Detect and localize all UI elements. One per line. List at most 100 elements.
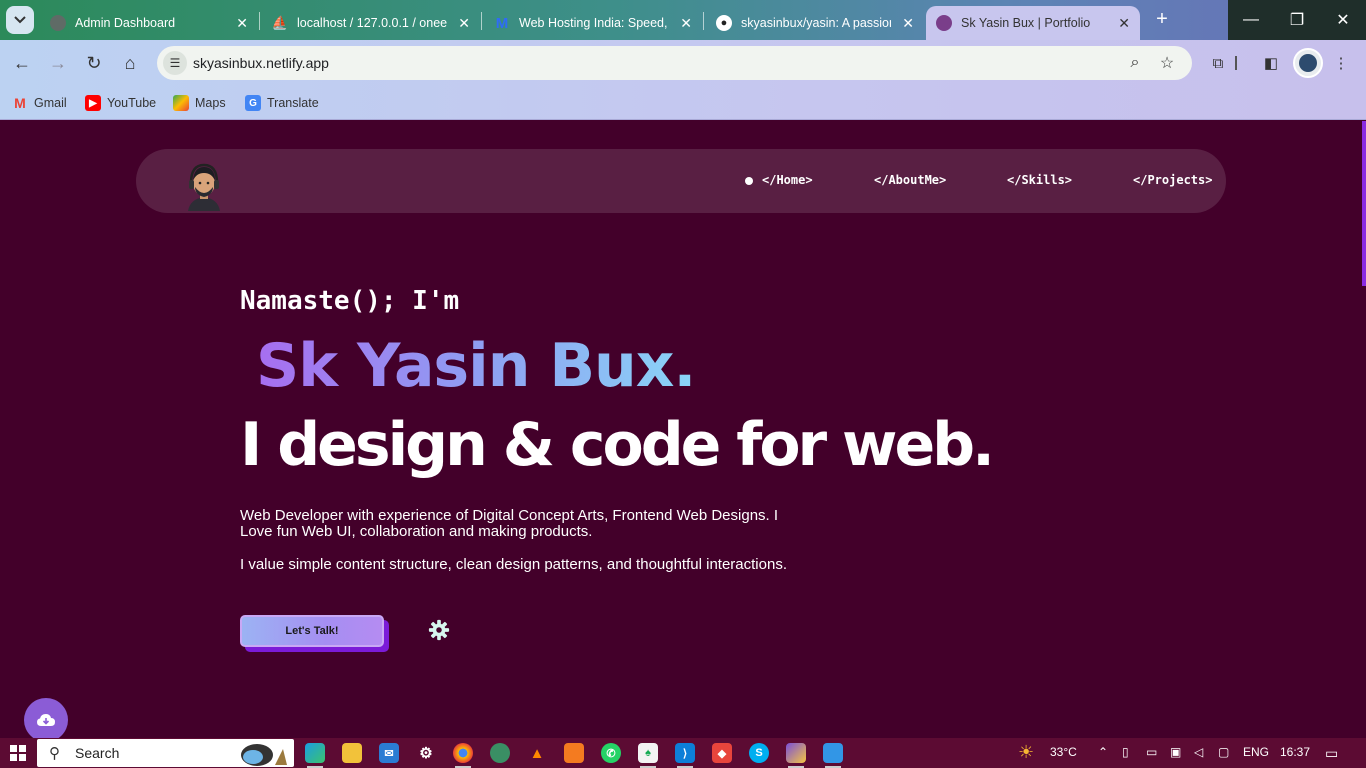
bookmark-youtube[interactable]: ▶ YouTube bbox=[85, 93, 156, 113]
minimize-button[interactable]: — bbox=[1228, 0, 1274, 40]
back-button[interactable]: ← bbox=[10, 51, 34, 75]
bookmark-gmail[interactable]: M Gmail bbox=[12, 93, 67, 113]
nav-link-home[interactable]: </Home> bbox=[762, 173, 813, 187]
nav-link-projects[interactable]: </Projects> bbox=[1133, 173, 1212, 187]
xampp-icon[interactable] bbox=[564, 743, 584, 763]
anydesk-icon[interactable]: ◆ bbox=[712, 743, 732, 763]
site-info-icon[interactable]: ☰ bbox=[163, 51, 187, 75]
side-panel-icon[interactable]: ◧ bbox=[1260, 52, 1282, 74]
notification-icon[interactable]: ▭ bbox=[1325, 745, 1338, 762]
tab-search-button[interactable] bbox=[6, 6, 34, 34]
close-icon[interactable]: ✕ bbox=[680, 15, 692, 32]
active-nav-indicator bbox=[745, 177, 753, 185]
search-icon: ⚲ bbox=[49, 745, 60, 762]
close-icon[interactable]: ✕ bbox=[902, 15, 914, 32]
forward-button[interactable]: → bbox=[46, 51, 70, 75]
hero-bio: Web Developer with experience of Digital… bbox=[240, 507, 779, 540]
skype-icon[interactable]: S bbox=[749, 743, 769, 763]
avatar bbox=[1299, 54, 1317, 72]
translate-icon: G bbox=[245, 95, 261, 111]
extensions-icon[interactable]: ⧉ bbox=[1207, 52, 1229, 74]
bookmark-star-icon[interactable]: ☆ bbox=[1157, 53, 1177, 73]
edge-icon[interactable] bbox=[305, 743, 325, 768]
vlc-icon[interactable]: ▲ bbox=[527, 743, 547, 763]
portfolio-page: </Home> </AboutMe> </Skills> </Projects>… bbox=[0, 121, 1366, 738]
gmail-icon: M bbox=[14, 95, 26, 111]
address-bar[interactable]: ☰ skyasinbux.netlify.app ⌕ ☆ bbox=[157, 46, 1192, 80]
mongodb-icon[interactable]: ♠ bbox=[638, 743, 658, 768]
mail-icon[interactable]: ✉ bbox=[379, 743, 399, 763]
scrollbar-thumb[interactable] bbox=[1362, 121, 1366, 286]
home-button[interactable]: ⌂ bbox=[118, 51, 142, 75]
globe-icon bbox=[50, 15, 66, 31]
tab-admin-dashboard[interactable]: Admin Dashboard ✕ bbox=[40, 6, 258, 40]
cloud-download-button[interactable] bbox=[24, 698, 68, 738]
maps-icon bbox=[173, 95, 189, 111]
tab-title: Admin Dashboard bbox=[75, 16, 176, 30]
tab-web-hosting[interactable]: M Web Hosting India: Speed, S ✕ bbox=[484, 6, 702, 40]
tab-title: localhost / 127.0.0.1 / oneeig bbox=[297, 16, 447, 30]
tab-title: Sk Yasin Bux | Portfolio bbox=[961, 16, 1091, 30]
menu-icon[interactable]: ⋮ bbox=[1330, 52, 1352, 74]
search-highlight-art bbox=[241, 744, 287, 766]
site-navbar: </Home> </AboutMe> </Skills> </Projects> bbox=[136, 149, 1226, 213]
network-icon[interactable]: ▣ bbox=[1170, 745, 1181, 759]
app-icon[interactable] bbox=[786, 743, 806, 768]
volume-icon[interactable]: ◁ bbox=[1194, 745, 1203, 759]
hero-greeting: Namaste(); I'm bbox=[240, 286, 460, 316]
bookmark-label: Gmail bbox=[34, 96, 67, 110]
url-text[interactable]: skyasinbux.netlify.app bbox=[193, 55, 329, 71]
chevron-down-icon bbox=[14, 16, 26, 24]
zoom-icon[interactable]: ⌕ bbox=[1125, 53, 1145, 73]
close-window-button[interactable]: ✕ bbox=[1320, 0, 1366, 40]
close-icon[interactable]: ✕ bbox=[1118, 15, 1130, 32]
toolbar-divider bbox=[1235, 56, 1237, 70]
restore-button[interactable]: ❐ bbox=[1274, 0, 1320, 40]
bookmark-maps[interactable]: Maps bbox=[173, 93, 226, 113]
windows-start-button[interactable] bbox=[10, 745, 26, 761]
device-icon[interactable]: ▯ bbox=[1122, 745, 1129, 759]
bookmark-translate[interactable]: G Translate bbox=[245, 93, 319, 113]
new-tab-button[interactable]: + bbox=[1150, 8, 1174, 31]
bookmarks-bar: M Gmail ▶ YouTube Maps G Translate bbox=[0, 86, 1366, 120]
settings-icon[interactable]: ⚙ bbox=[416, 743, 436, 763]
gear-icon[interactable] bbox=[428, 619, 450, 641]
bookmark-label: Translate bbox=[267, 96, 319, 110]
chrome-icon[interactable] bbox=[453, 743, 473, 768]
weather-icon[interactable]: ☀ bbox=[1018, 742, 1034, 763]
vscode-icon[interactable]: ⟩ bbox=[675, 743, 695, 768]
tab-title: Web Hosting India: Speed, S bbox=[519, 16, 669, 30]
file-explorer-icon[interactable] bbox=[342, 743, 362, 763]
nav-link-skills[interactable]: </Skills> bbox=[1007, 173, 1072, 187]
photos-icon[interactable] bbox=[823, 743, 843, 768]
close-icon[interactable]: ✕ bbox=[458, 15, 470, 32]
bookmark-label: Maps bbox=[195, 96, 226, 110]
weather-temp[interactable]: 33°C bbox=[1050, 745, 1077, 759]
avatar-logo[interactable] bbox=[184, 163, 224, 211]
language-indicator[interactable]: ENG bbox=[1243, 745, 1269, 759]
bookmark-label: YouTube bbox=[107, 96, 157, 110]
m-logo-icon: M bbox=[495, 14, 509, 32]
tab-github[interactable]: ● skyasinbux/yasin: A passiona ✕ bbox=[706, 6, 924, 40]
chevron-up-icon[interactable]: ⌃ bbox=[1098, 745, 1108, 759]
profile-avatar[interactable] bbox=[1293, 48, 1323, 78]
close-icon[interactable]: ✕ bbox=[236, 15, 248, 32]
tab-localhost[interactable]: ⛵ localhost / 127.0.0.1 / oneeig ✕ bbox=[262, 6, 480, 40]
whatsapp-icon[interactable]: ✆ bbox=[601, 743, 621, 763]
search-label: Search bbox=[75, 745, 120, 761]
hero-name: Sk Yasin Bux. bbox=[256, 331, 696, 401]
browser-toolbar: ← → ↻ ⌂ ☰ skyasinbux.netlify.app ⌕ ☆ ⧉ ◧… bbox=[0, 40, 1366, 86]
clock[interactable]: 16:37 bbox=[1280, 745, 1310, 759]
battery-icon[interactable]: ▭ bbox=[1146, 745, 1157, 759]
tab-separator bbox=[481, 12, 482, 30]
app-icon[interactable] bbox=[490, 743, 510, 763]
lets-talk-button[interactable]: Let's Talk! bbox=[240, 615, 384, 647]
reload-button[interactable]: ↻ bbox=[82, 51, 106, 75]
display-icon[interactable]: ▢ bbox=[1218, 745, 1229, 759]
nav-link-about[interactable]: </AboutMe> bbox=[874, 173, 946, 187]
tab-portfolio[interactable]: Sk Yasin Bux | Portfolio ✕ bbox=[926, 6, 1140, 40]
tab-separator bbox=[259, 12, 260, 30]
taskbar-search[interactable]: ⚲ Search bbox=[37, 739, 294, 767]
hero-tagline: I design & code for web. bbox=[240, 410, 995, 480]
github-icon: ● bbox=[716, 15, 732, 31]
